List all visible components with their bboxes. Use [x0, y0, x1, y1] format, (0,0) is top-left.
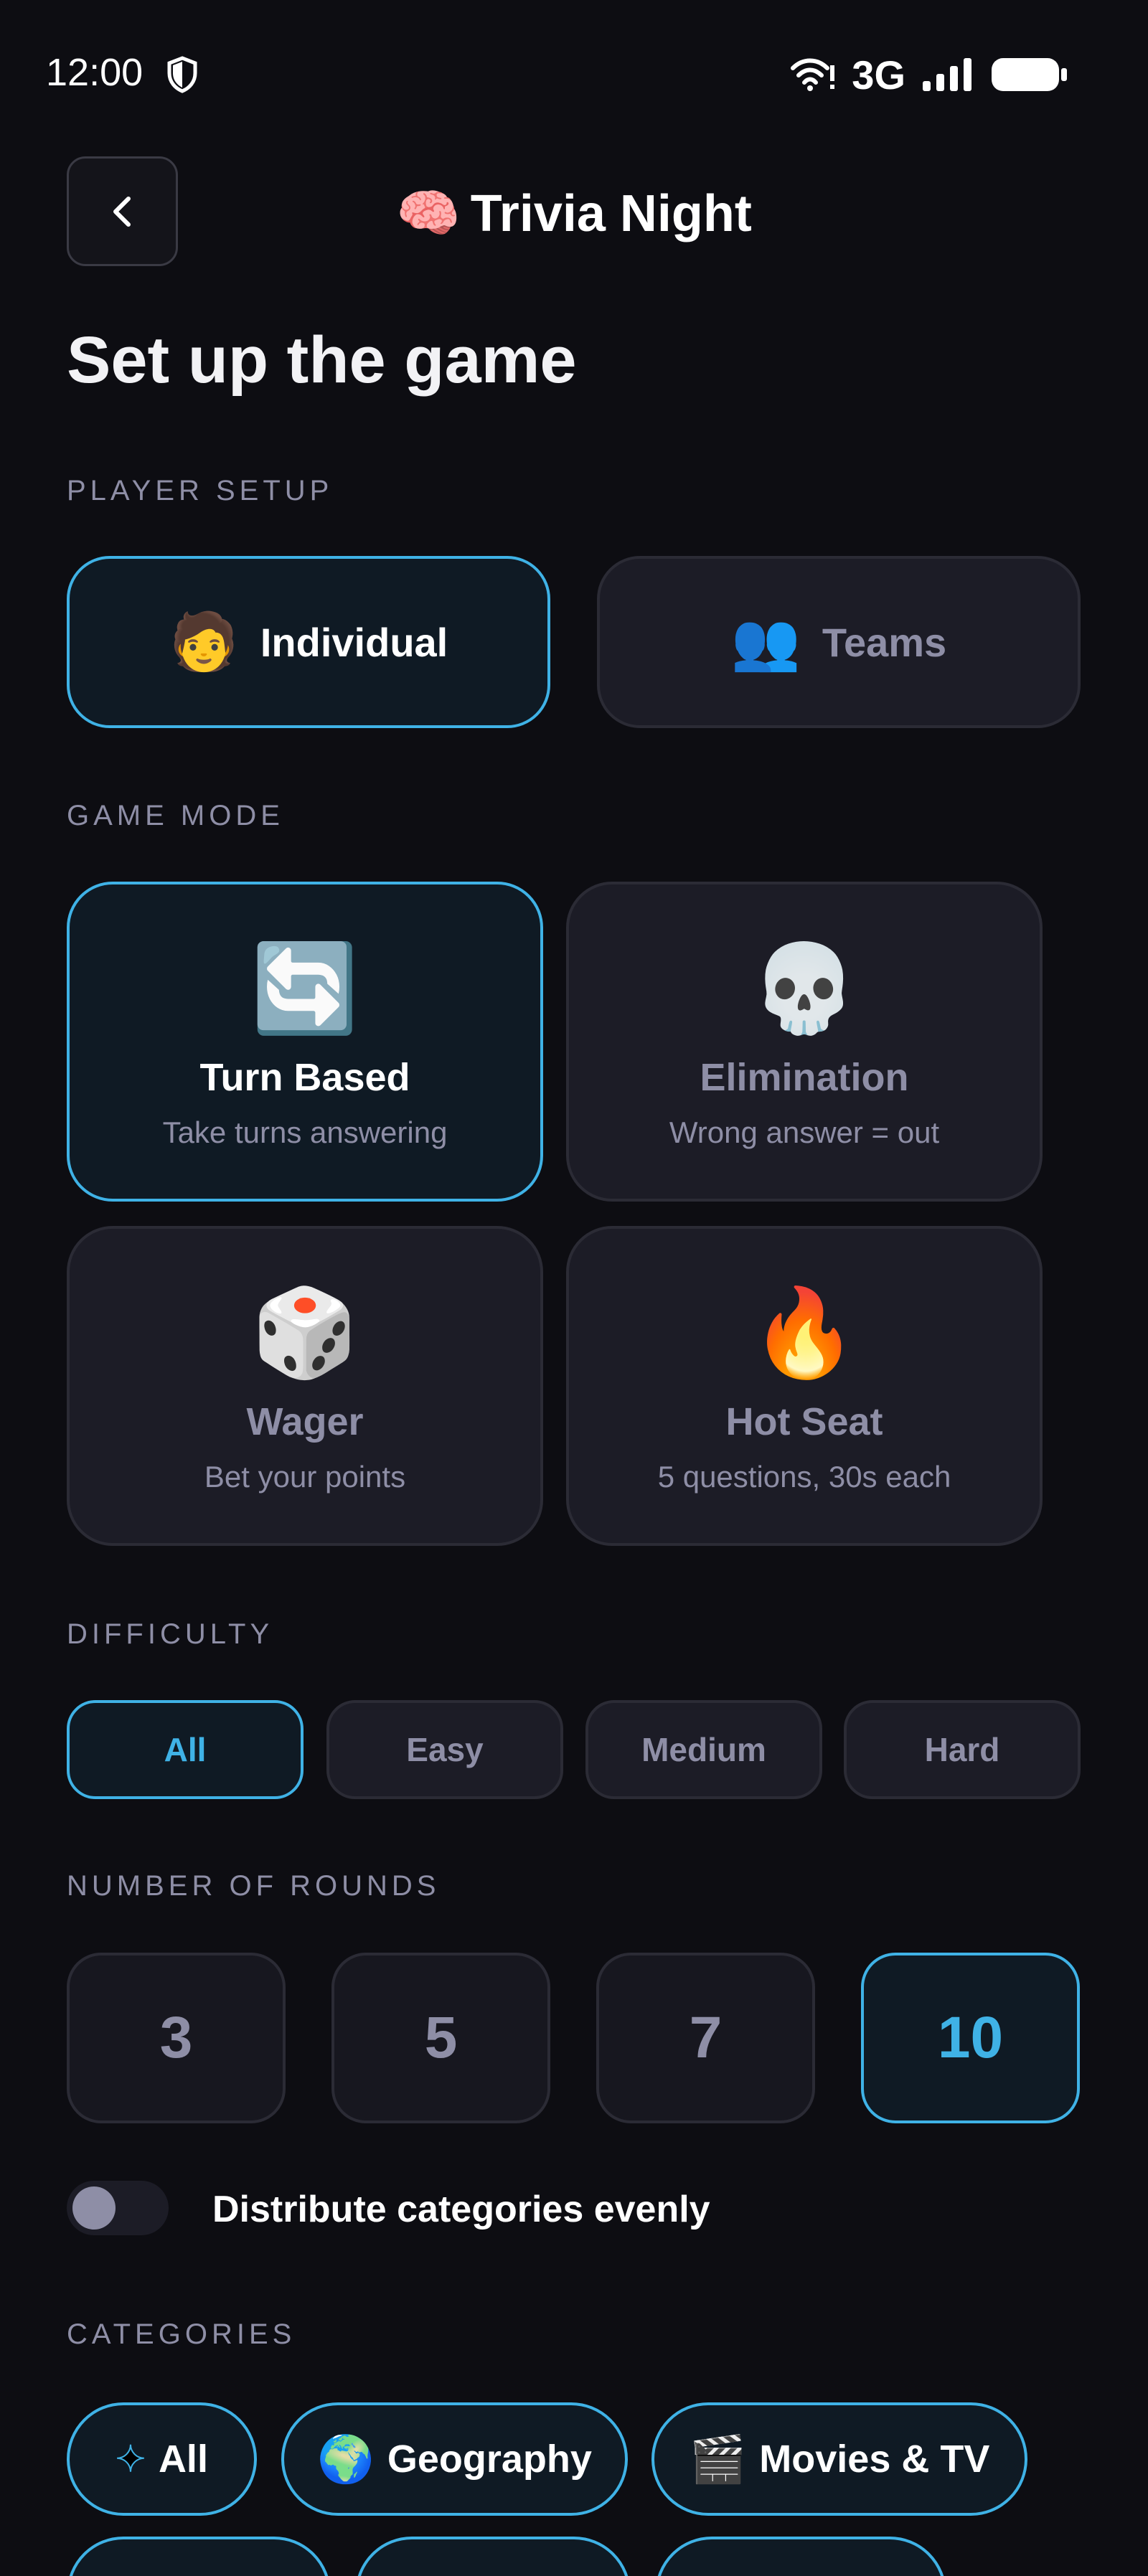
mode-title: Wager: [246, 1400, 364, 1443]
signal-icon: [923, 58, 971, 91]
sparkle-icon: ✦: [115, 2438, 146, 2480]
category-chip-all[interactable]: ✦ All: [67, 2402, 257, 2516]
difficulty-all-button[interactable]: All: [67, 1700, 304, 1799]
mode-card-elimination[interactable]: 💀 Elimination Wrong answer = out: [566, 882, 1043, 1202]
rounds-label: NUMBER OF ROUNDS: [67, 1870, 441, 1902]
mode-card-wager[interactable]: 🎲 Wager Bet your points: [67, 1226, 543, 1546]
globe-icon: 🌍: [317, 2433, 375, 2485]
rounds-5-button[interactable]: 5: [331, 1953, 550, 2123]
player-option-individual[interactable]: 🧑 Individual: [67, 556, 550, 728]
distribute-toggle[interactable]: [67, 2181, 169, 2235]
category-chip-partial[interactable]: [67, 2537, 331, 2576]
category-chip-partial[interactable]: [355, 2537, 631, 2576]
category-chip-label: Movies & TV: [759, 2438, 990, 2481]
battery-icon: [992, 58, 1067, 91]
person-icon: 🧑: [169, 610, 239, 673]
category-chip-geography[interactable]: 🌍 Geography: [281, 2402, 628, 2516]
difficulty-hard-button[interactable]: Hard: [844, 1700, 1081, 1799]
difficulty-label: DIFFICULTY: [67, 1618, 274, 1650]
wifi-icon: [791, 58, 835, 91]
rounds-7-button[interactable]: 7: [596, 1953, 815, 2123]
status-bar: 12:00 3G: [0, 0, 1148, 151]
category-chip-movies-tv[interactable]: 🎬 Movies & TV: [651, 2402, 1027, 2516]
toggle-knob: [72, 2186, 116, 2230]
mode-title: Hot Seat: [725, 1400, 883, 1443]
skull-icon: 💀: [751, 940, 858, 1037]
player-option-label: Teams: [822, 619, 947, 665]
fire-icon: 🔥: [751, 1285, 858, 1381]
app-title-text: Trivia Night: [470, 185, 752, 242]
mode-title: Turn Based: [199, 1056, 410, 1099]
rounds-10-button[interactable]: 10: [861, 1953, 1080, 2123]
category-chip-partial[interactable]: [655, 2537, 946, 2576]
player-option-teams[interactable]: 👥 Teams: [597, 556, 1081, 728]
mode-title: Elimination: [700, 1056, 909, 1099]
mode-description: Wrong answer = out: [669, 1115, 940, 1149]
mode-card-hot-seat[interactable]: 🔥 Hot Seat 5 questions, 30s each: [566, 1226, 1043, 1546]
brain-icon: 🧠: [396, 185, 461, 242]
mode-description: Bet your points: [204, 1460, 406, 1494]
repeat-icon: 🔄: [251, 940, 359, 1037]
mode-card-turn-based[interactable]: 🔄 Turn Based Take turns answering: [67, 882, 543, 1202]
category-chip-label: All: [158, 2438, 208, 2481]
dice-icon: 🎲: [251, 1285, 359, 1381]
page-title: Set up the game: [67, 324, 577, 397]
network-type: 3G: [852, 52, 905, 98]
category-chip-label: Geography: [387, 2438, 592, 2481]
categories-label: CATEGORIES: [67, 2318, 296, 2350]
shield-icon: [167, 56, 197, 93]
mode-description: 5 questions, 30s each: [657, 1460, 951, 1494]
people-icon: 👥: [730, 610, 801, 673]
clapper-icon: 🎬: [689, 2433, 747, 2485]
difficulty-medium-button[interactable]: Medium: [585, 1700, 822, 1799]
player-setup-label: PLAYER SETUP: [67, 475, 334, 506]
difficulty-easy-button[interactable]: Easy: [326, 1700, 563, 1799]
rounds-3-button[interactable]: 3: [67, 1953, 286, 2123]
mode-description: Take turns answering: [162, 1115, 448, 1149]
distribute-label: Distribute categories evenly: [212, 2189, 710, 2230]
status-time: 12:00: [46, 51, 144, 94]
status-indicators: 3G: [790, 52, 1069, 98]
game-mode-label: GAME MODE: [67, 800, 284, 831]
app-title: 🧠 Trivia Night: [0, 183, 1148, 244]
player-option-label: Individual: [260, 619, 448, 665]
